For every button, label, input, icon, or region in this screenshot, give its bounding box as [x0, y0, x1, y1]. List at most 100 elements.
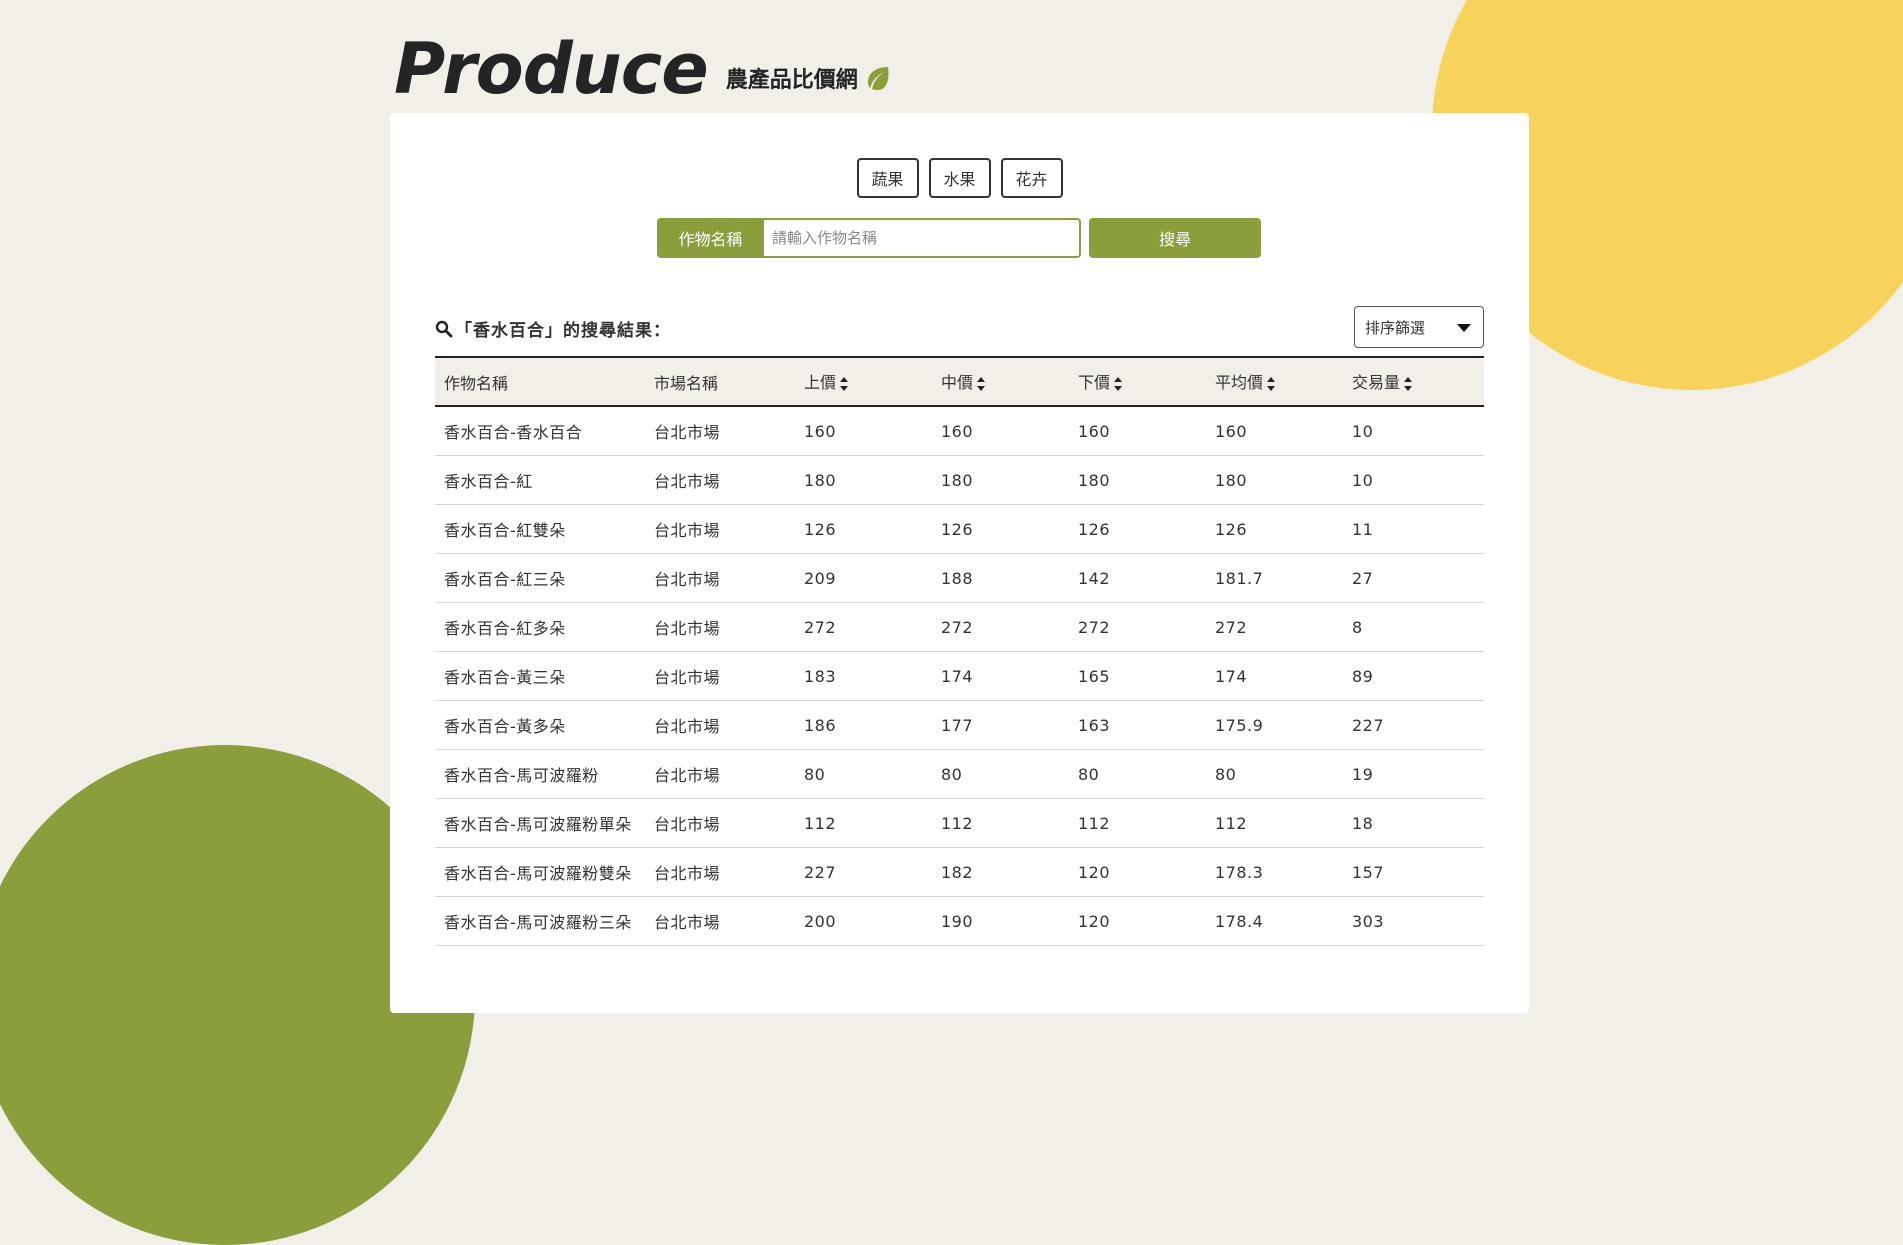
- search-button[interactable]: 搜尋: [1089, 218, 1261, 258]
- cell-volume: 157: [1343, 847, 1484, 897]
- cell-average-price: 181.7: [1206, 553, 1343, 603]
- table-row: 香水百合-馬可波羅粉 台北市場 80 80 80 80 19: [435, 749, 1484, 799]
- cell-average-price: 126: [1206, 504, 1343, 554]
- cell-middle-price: 177: [932, 700, 1069, 750]
- main-panel: 蔬果 水果 花卉 作物名稱 搜尋 「香水百合」的搜尋結果： 排序篩選 作物名稱 …: [390, 113, 1529, 1013]
- table-row: 香水百合-紅三朵 台北市場 209 188 142 181.7 27: [435, 553, 1484, 603]
- cell-crop: 香水百合-紅多朵: [435, 602, 645, 652]
- column-header-crop: 作物名稱: [435, 357, 645, 406]
- leaf-icon: [867, 67, 889, 90]
- column-header-market: 市場名稱: [645, 357, 795, 406]
- cell-average-price: 180: [1206, 455, 1343, 505]
- cell-middle-price: 180: [932, 455, 1069, 505]
- results-title-text: 「香水百合」的搜尋結果：: [455, 321, 671, 341]
- column-header-average-price[interactable]: 平均價: [1206, 357, 1343, 406]
- table-header-row: 作物名稱 市場名稱 上價 中價 下價 平均價 交易量: [435, 357, 1484, 406]
- cell-volume: 227: [1343, 700, 1484, 750]
- cell-lower-price: 180: [1069, 455, 1206, 505]
- cell-volume: 18: [1343, 798, 1484, 848]
- cell-upper-price: 227: [795, 847, 932, 897]
- category-fruit-button[interactable]: 水果: [928, 158, 991, 198]
- cell-upper-price: 80: [795, 749, 932, 799]
- table-row: 香水百合-紅 台北市場 180 180 180 180 10: [435, 455, 1484, 505]
- cell-lower-price: 272: [1069, 602, 1206, 652]
- crop-name-input[interactable]: [764, 218, 1081, 258]
- results-header: 「香水百合」的搜尋結果： 排序篩選: [435, 306, 1484, 348]
- cell-volume: 19: [1343, 749, 1484, 799]
- cell-middle-price: 182: [932, 847, 1069, 897]
- cell-volume: 10: [1343, 455, 1484, 505]
- cell-crop: 香水百合-紅三朵: [435, 553, 645, 603]
- cell-volume: 89: [1343, 651, 1484, 701]
- sort-icon[interactable]: [839, 374, 849, 394]
- cell-lower-price: 120: [1069, 896, 1206, 946]
- cell-market: 台北市場: [645, 847, 795, 897]
- column-header-volume[interactable]: 交易量: [1343, 357, 1484, 406]
- cell-market: 台北市場: [645, 504, 795, 554]
- cell-average-price: 80: [1206, 749, 1343, 799]
- cell-middle-price: 188: [932, 553, 1069, 603]
- sort-icon[interactable]: [976, 374, 986, 394]
- cell-middle-price: 190: [932, 896, 1069, 946]
- search-icon: [435, 320, 453, 337]
- site-subtitle-text: 農產品比價網: [725, 68, 858, 93]
- sort-icon[interactable]: [1266, 374, 1276, 394]
- table-row: 香水百合-馬可波羅粉三朵 台北市場 200 190 120 178.4 303: [435, 896, 1484, 946]
- cell-average-price: 178.3: [1206, 847, 1343, 897]
- site-subtitle: 農產品比價網: [726, 62, 892, 94]
- table-row: 香水百合-黃三朵 台北市場 183 174 165 174 89: [435, 651, 1484, 701]
- cell-middle-price: 272: [932, 602, 1069, 652]
- site-header: Produce 農產品比價網: [394, 26, 892, 104]
- cell-upper-price: 112: [795, 798, 932, 848]
- cell-lower-price: 142: [1069, 553, 1206, 603]
- cell-middle-price: 174: [932, 651, 1069, 701]
- sort-filter-label: 排序篩選: [1365, 318, 1426, 337]
- category-tabs: 蔬果 水果 花卉: [390, 158, 1529, 198]
- table-row: 香水百合-紅多朵 台北市場 272 272 272 272 8: [435, 602, 1484, 652]
- table-row: 香水百合-紅雙朵 台北市場 126 126 126 126 11: [435, 504, 1484, 554]
- cell-lower-price: 165: [1069, 651, 1206, 701]
- results-table-body: 香水百合-香水百合 台北市場 160 160 160 160 10 香水百合-紅…: [435, 406, 1484, 946]
- column-header-lower-price[interactable]: 下價: [1069, 357, 1206, 406]
- cell-lower-price: 126: [1069, 504, 1206, 554]
- sort-icon[interactable]: [1403, 374, 1413, 394]
- cell-middle-price: 112: [932, 798, 1069, 848]
- search-label: 作物名稱: [657, 218, 764, 258]
- cell-upper-price: 209: [795, 553, 932, 603]
- cell-crop: 香水百合-馬可波羅粉雙朵: [435, 847, 645, 897]
- sort-filter-select[interactable]: 排序篩選: [1354, 306, 1484, 348]
- cell-middle-price: 126: [932, 504, 1069, 554]
- sort-icon[interactable]: [1113, 374, 1123, 394]
- cell-upper-price: 180: [795, 455, 932, 505]
- site-logo[interactable]: Produce: [394, 34, 709, 104]
- cell-market: 台北市場: [645, 602, 795, 652]
- cell-lower-price: 80: [1069, 749, 1206, 799]
- cell-crop: 香水百合-馬可波羅粉: [435, 749, 645, 799]
- cell-market: 台北市場: [645, 749, 795, 799]
- cell-lower-price: 120: [1069, 847, 1206, 897]
- cell-volume: 27: [1343, 553, 1484, 603]
- search-bar: 作物名稱 搜尋: [657, 218, 1261, 258]
- cell-crop: 香水百合-黃三朵: [435, 651, 645, 701]
- table-row: 香水百合-馬可波羅粉雙朵 台北市場 227 182 120 178.3 157: [435, 847, 1484, 897]
- table-row: 香水百合-馬可波羅粉單朵 台北市場 112 112 112 112 18: [435, 798, 1484, 848]
- cell-market: 台北市場: [645, 455, 795, 505]
- cell-volume: 8: [1343, 602, 1484, 652]
- cell-upper-price: 272: [795, 602, 932, 652]
- cell-middle-price: 160: [932, 406, 1069, 456]
- cell-upper-price: 200: [795, 896, 932, 946]
- column-header-middle-price[interactable]: 中價: [932, 357, 1069, 406]
- cell-average-price: 175.9: [1206, 700, 1343, 750]
- column-header-upper-price[interactable]: 上價: [795, 357, 932, 406]
- cell-average-price: 160: [1206, 406, 1343, 456]
- cell-upper-price: 183: [795, 651, 932, 701]
- cell-market: 台北市場: [645, 651, 795, 701]
- cell-average-price: 174: [1206, 651, 1343, 701]
- cell-crop: 香水百合-香水百合: [435, 406, 645, 456]
- cell-market: 台北市場: [645, 896, 795, 946]
- cell-market: 台北市場: [645, 798, 795, 848]
- category-flower-button[interactable]: 花卉: [1000, 158, 1063, 198]
- chevron-down-icon: [1457, 324, 1471, 332]
- column-header-label: 上價: [804, 373, 837, 393]
- category-vegetable-button[interactable]: 蔬果: [856, 158, 919, 198]
